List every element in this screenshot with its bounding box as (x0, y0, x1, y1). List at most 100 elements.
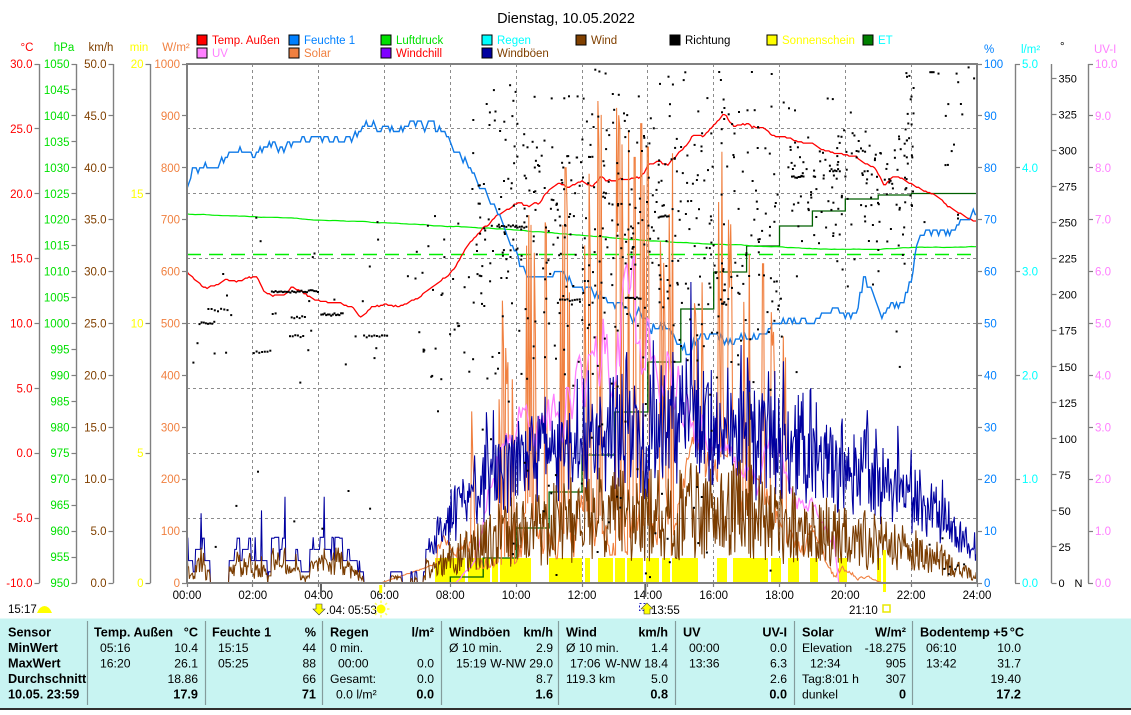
svg-text:700: 700 (161, 215, 180, 227)
svg-text:50: 50 (984, 319, 997, 331)
svg-text:71: 71 (302, 688, 316, 702)
svg-text:3.0: 3.0 (1095, 422, 1111, 434)
svg-text:6.3: 6.3 (770, 657, 787, 671)
svg-text:Ø 10 min.: Ø 10 min. (449, 641, 502, 655)
svg-text:1020: 1020 (44, 215, 70, 227)
svg-text:min: min (130, 42, 149, 54)
svg-text:Regen: Regen (330, 626, 369, 640)
svg-text:13:42: 13:42 (926, 657, 957, 671)
svg-text:-5.0: -5.0 (13, 513, 33, 525)
svg-text:UV-I: UV-I (762, 626, 787, 640)
svg-text:980: 980 (50, 422, 69, 434)
svg-text:970: 970 (50, 474, 69, 486)
svg-text:500: 500 (161, 319, 180, 331)
svg-text:%: % (305, 626, 316, 640)
svg-text:18:00: 18:00 (765, 590, 794, 602)
svg-text:13:36: 13:36 (689, 657, 720, 671)
svg-text:35.0: 35.0 (84, 215, 106, 227)
svg-text:950: 950 (50, 578, 69, 590)
svg-text:Solar: Solar (304, 48, 331, 60)
svg-text:8.0: 8.0 (1095, 163, 1111, 175)
svg-text:0.0: 0.0 (417, 657, 434, 671)
svg-text:300: 300 (161, 422, 180, 434)
svg-text:40: 40 (984, 370, 997, 382)
svg-text:N: N (1075, 578, 1083, 590)
svg-text:05:16: 05:16 (100, 641, 131, 655)
svg-text:16:00: 16:00 (699, 590, 728, 602)
svg-text:1.0: 1.0 (1095, 526, 1111, 538)
svg-text:250: 250 (1059, 218, 1077, 230)
svg-text:5.0: 5.0 (1095, 319, 1111, 331)
svg-text:44: 44 (302, 641, 316, 655)
svg-text:119.3 km: 119.3 km (566, 672, 615, 686)
svg-text:20: 20 (131, 59, 144, 71)
svg-text:Wind: Wind (566, 626, 597, 640)
svg-text:21:10: 21:10 (849, 605, 878, 617)
svg-text:1040: 1040 (44, 111, 70, 123)
svg-text:°C: °C (21, 42, 34, 54)
svg-text:Temp. Außen: Temp. Außen (212, 35, 280, 47)
svg-text:14:00: 14:00 (633, 590, 662, 602)
svg-text:02:00: 02:00 (238, 590, 267, 602)
svg-text:800: 800 (161, 163, 180, 175)
svg-text:12:34: 12:34 (810, 657, 841, 671)
svg-text:2.9: 2.9 (536, 641, 553, 655)
svg-text:325: 325 (1059, 110, 1077, 122)
svg-text:16:20: 16:20 (100, 657, 131, 671)
svg-text:80: 80 (984, 163, 997, 175)
svg-text:5.0: 5.0 (1022, 59, 1038, 71)
svg-text:900: 900 (161, 111, 180, 123)
svg-text:05:53: 05:53 (348, 605, 377, 617)
svg-text:0: 0 (137, 578, 143, 590)
svg-text:-18.275: -18.275 (865, 641, 907, 655)
svg-text:9.0: 9.0 (1095, 111, 1111, 123)
svg-text:90: 90 (984, 111, 997, 123)
svg-text:10.0: 10.0 (84, 474, 106, 486)
svg-text:300: 300 (1059, 146, 1077, 158)
svg-text:200: 200 (1059, 290, 1077, 302)
svg-text:7.0: 7.0 (1095, 215, 1111, 227)
svg-text:1050: 1050 (44, 59, 70, 71)
svg-text:1030: 1030 (44, 163, 70, 175)
svg-text:°C: °C (1010, 626, 1024, 640)
svg-text:0 min.: 0 min. (330, 641, 363, 655)
svg-text:W/m²: W/m² (875, 626, 906, 640)
svg-text:10.0: 10.0 (1095, 59, 1117, 71)
svg-text:hPa: hPa (54, 42, 75, 54)
svg-text:15.0: 15.0 (84, 422, 106, 434)
svg-text:60: 60 (984, 267, 997, 279)
svg-text:10.0: 10.0 (997, 641, 1021, 655)
svg-text:600: 600 (161, 267, 180, 279)
svg-text:0.0: 0.0 (769, 688, 787, 702)
svg-text:15.0: 15.0 (10, 254, 32, 266)
svg-text:Richtung: Richtung (685, 35, 730, 47)
svg-text:Temp. Außen: Temp. Außen (94, 626, 173, 640)
svg-text:1010: 1010 (44, 267, 70, 279)
svg-text:4.0: 4.0 (1022, 163, 1038, 175)
svg-text:0.0: 0.0 (91, 578, 107, 590)
svg-text:08:00: 08:00 (436, 590, 465, 602)
svg-text:24:00: 24:00 (963, 590, 992, 602)
svg-text:2.0: 2.0 (1022, 370, 1038, 382)
svg-text:10: 10 (984, 526, 997, 538)
svg-text:350: 350 (1059, 73, 1077, 85)
svg-text:1.0: 1.0 (1022, 474, 1038, 486)
svg-text:30: 30 (984, 422, 997, 434)
svg-text:26.1: 26.1 (174, 657, 198, 671)
svg-text:4.0: 4.0 (1095, 370, 1111, 382)
svg-text:8.7: 8.7 (536, 672, 553, 686)
svg-text:Luftdruck: Luftdruck (396, 35, 444, 47)
svg-text:km/h: km/h (523, 626, 553, 640)
svg-text:1.4: 1.4 (651, 641, 668, 655)
svg-text:Durchschnitt: Durchschnitt (8, 672, 87, 686)
svg-text:MinWert: MinWert (8, 641, 59, 655)
svg-text:6.0: 6.0 (1095, 267, 1111, 279)
svg-text:100: 100 (1059, 434, 1077, 446)
svg-text:20.0: 20.0 (10, 189, 32, 201)
svg-text:Wind: Wind (591, 35, 617, 47)
svg-text:400: 400 (161, 370, 180, 382)
svg-text:12:00: 12:00 (568, 590, 597, 602)
svg-text:2.0: 2.0 (1095, 474, 1111, 486)
svg-text:15: 15 (131, 189, 144, 201)
svg-text:0.0: 0.0 (1095, 578, 1111, 590)
